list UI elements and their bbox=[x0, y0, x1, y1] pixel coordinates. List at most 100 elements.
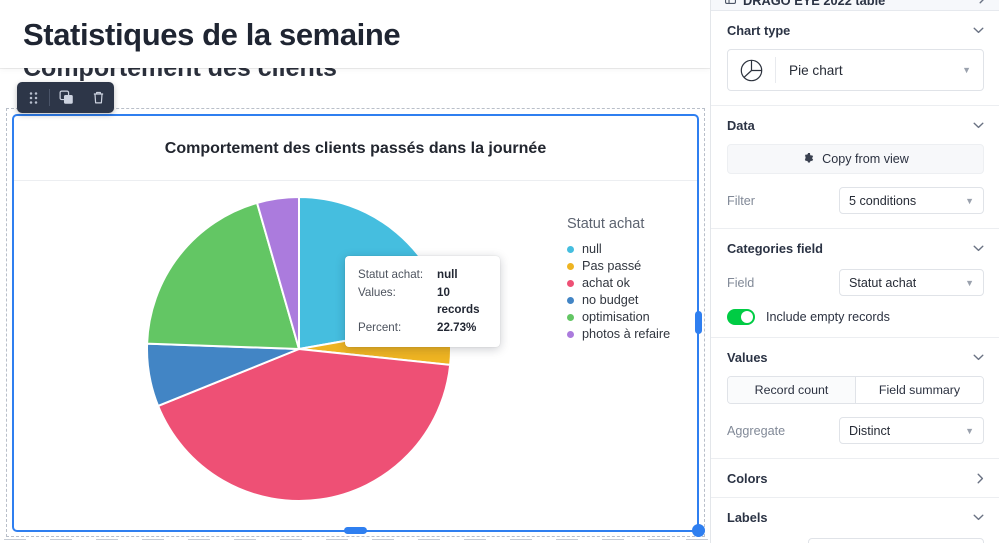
caret-down-icon: ▼ bbox=[965, 277, 974, 288]
caret-down-icon: ▼ bbox=[962, 65, 971, 75]
section-header-values[interactable]: Values bbox=[711, 338, 999, 376]
legend-color-swatch bbox=[567, 262, 574, 270]
legend-item[interactable]: null bbox=[567, 241, 697, 258]
include-empty-records-toggle-row[interactable]: Include empty records bbox=[727, 309, 984, 325]
toggle-knob bbox=[741, 311, 753, 323]
categories-field-value: Statut achat bbox=[849, 275, 917, 290]
tooltip-key: Statut achat: bbox=[358, 268, 424, 281]
section-header-labels[interactable]: Labels bbox=[711, 498, 999, 536]
filter-row: Filter 5 conditions ▼ bbox=[727, 187, 984, 214]
copy-from-view-button[interactable]: Copy from view bbox=[727, 144, 984, 174]
resize-handle-corner[interactable] bbox=[692, 524, 705, 537]
categories-field-select[interactable]: Statut achat ▼ bbox=[839, 269, 984, 296]
chevron-right-icon[interactable] bbox=[979, 0, 986, 7]
trash-icon[interactable] bbox=[82, 82, 114, 113]
pie-tooltip: Statut achat: null Values: 10 records Pe… bbox=[345, 256, 500, 347]
field-label: Field bbox=[727, 275, 755, 290]
legend-item[interactable]: Pas passé bbox=[567, 258, 697, 275]
chevron-down-icon[interactable] bbox=[973, 122, 984, 129]
copy-from-view-label: Copy from view bbox=[822, 152, 909, 166]
legend-item-label: Pas passé bbox=[582, 259, 642, 274]
aggregate-select[interactable]: Distinct ▼ bbox=[839, 417, 984, 444]
legend-item[interactable]: no budget bbox=[567, 292, 697, 309]
section-title: Values bbox=[727, 349, 768, 365]
chevron-down-icon[interactable] bbox=[973, 245, 984, 252]
tooltip-key: Percent: bbox=[358, 320, 402, 334]
legend-item-label: optimisation bbox=[582, 310, 650, 325]
chart-plot-area: Statut achat null Pas passé achat ok no bud… bbox=[14, 181, 697, 530]
legend-color-swatch bbox=[567, 296, 574, 304]
page-header: Statistiques de la semaine bbox=[0, 0, 710, 68]
section-header-data[interactable]: Data bbox=[711, 106, 999, 144]
legend-item-label: achat ok bbox=[582, 276, 630, 291]
legend-item[interactable]: achat ok bbox=[567, 275, 697, 292]
legend-item-label: photos à refaire bbox=[582, 327, 671, 342]
pie-slices[interactable] bbox=[139, 189, 459, 509]
chevron-right-icon[interactable] bbox=[977, 473, 984, 484]
legend-item[interactable]: photos à refaire bbox=[567, 326, 697, 343]
legend-color-swatch bbox=[567, 330, 574, 338]
filter-select[interactable]: 5 conditions ▼ bbox=[839, 187, 984, 214]
table-icon bbox=[725, 0, 736, 9]
section-header-categories-field[interactable]: Categories field bbox=[711, 229, 999, 267]
section-labels: Labels Title Comportement des clier bbox=[711, 498, 999, 543]
chart-type-select[interactable]: Pie chart ▼ bbox=[727, 49, 984, 91]
legend-color-swatch bbox=[567, 313, 574, 321]
aggregate-row: Aggregate Distinct ▼ bbox=[727, 417, 984, 444]
legend-items: null Pas passé achat ok no budget optimisati… bbox=[567, 241, 697, 343]
pie-chart[interactable] bbox=[139, 189, 459, 509]
gear-icon bbox=[802, 152, 814, 167]
legend-color-swatch bbox=[567, 245, 574, 253]
chart-legend: Statut achat null Pas passé achat ok no bud… bbox=[567, 216, 697, 343]
chart-title: Comportement des clients passés dans la … bbox=[14, 116, 697, 181]
chart-type-value: Pie chart bbox=[789, 62, 843, 78]
caret-down-icon: ▼ bbox=[965, 425, 974, 436]
drag-dots-icon[interactable] bbox=[17, 82, 49, 113]
section-title: Categories field bbox=[727, 240, 824, 256]
chevron-down-icon[interactable] bbox=[973, 27, 984, 34]
tooltip-row: Percent: 22.73% bbox=[358, 319, 487, 337]
section-colors: Colors bbox=[711, 459, 999, 498]
section-categories-field: Categories field Field Statut achat ▼ In… bbox=[711, 229, 999, 338]
resize-handle-bottom[interactable] bbox=[344, 527, 367, 534]
caret-down-icon: ▼ bbox=[965, 195, 974, 206]
grid-guides bbox=[0, 539, 710, 543]
section-header-colors[interactable]: Colors bbox=[711, 459, 999, 497]
filter-label: Filter bbox=[727, 193, 755, 208]
dashboard-canvas: Comportement des clients Statistiques de… bbox=[0, 0, 710, 543]
pie-chart-icon bbox=[728, 57, 776, 83]
labels-title-input[interactable]: Comportement des clier bbox=[808, 538, 984, 543]
include-empty-records-toggle[interactable] bbox=[727, 309, 755, 325]
page-title: Statistiques de la semaine bbox=[23, 17, 401, 52]
tooltip-value: 10 records bbox=[437, 285, 480, 317]
values-mode-tabs[interactable]: Record count Field summary bbox=[727, 376, 984, 404]
tooltip-value: null bbox=[437, 268, 458, 281]
data-source-row[interactable]: DRAGO EYE 2022 table bbox=[711, 0, 999, 11]
widget-toolbar[interactable] bbox=[17, 82, 114, 113]
section-data: Data Copy from view Filter 5 conditions … bbox=[711, 106, 999, 229]
chart-settings-panel: DRAGO EYE 2022 table Chart type Pie char… bbox=[710, 0, 999, 543]
aggregate-label: Aggregate bbox=[727, 423, 786, 438]
section-title: Colors bbox=[727, 470, 768, 486]
legend-title: Statut achat bbox=[567, 216, 645, 232]
resize-handle-right[interactable] bbox=[695, 311, 702, 334]
tooltip-value: 22.73% bbox=[437, 320, 477, 334]
duplicate-icon[interactable] bbox=[50, 82, 82, 113]
legend-item-label: null bbox=[582, 242, 602, 257]
tab-record-count[interactable]: Record count bbox=[728, 377, 855, 403]
section-values: Values Record count Field summary Aggreg… bbox=[711, 338, 999, 459]
section-header-chart-type[interactable]: Chart type bbox=[711, 11, 999, 49]
tab-field-summary[interactable]: Field summary bbox=[855, 377, 983, 403]
section-title: Chart type bbox=[727, 22, 791, 38]
section-title: Data bbox=[727, 117, 755, 133]
chevron-down-icon[interactable] bbox=[973, 514, 984, 521]
legend-item[interactable]: optimisation bbox=[567, 309, 697, 326]
legend-color-swatch bbox=[567, 279, 574, 287]
chevron-down-icon[interactable] bbox=[973, 354, 984, 361]
filter-value: 5 conditions bbox=[849, 193, 917, 208]
data-source-label: DRAGO EYE 2022 table bbox=[743, 0, 886, 8]
app-root: Comportement des clients Statistiques de… bbox=[0, 0, 999, 543]
section-title: Labels bbox=[727, 509, 768, 525]
tooltip-row: Values: 10 records bbox=[358, 284, 487, 319]
tooltip-row: Statut achat: null bbox=[358, 266, 487, 284]
